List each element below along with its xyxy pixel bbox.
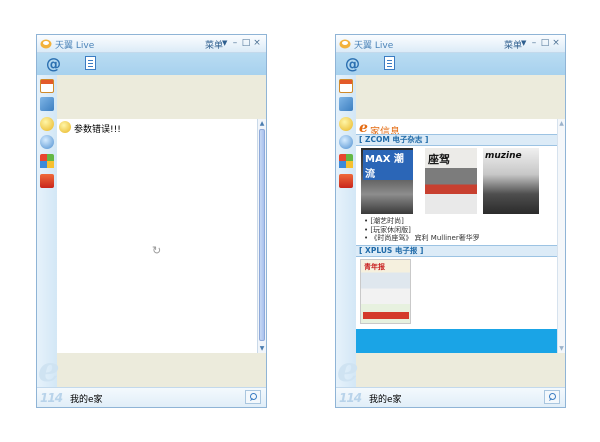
- content-area: e 家信息 [ ZCOM 电子杂志 ] MAX 潮流 座驾 muzine • […: [356, 119, 557, 353]
- loading-spinner-icon: ↻: [152, 244, 162, 257]
- bottom-bar: 114 我的e家: [336, 387, 565, 407]
- sidebar: [336, 75, 356, 387]
- gift-box-icon[interactable]: [339, 174, 353, 188]
- gift-box-icon[interactable]: [40, 174, 54, 188]
- sidebar: [37, 75, 57, 387]
- e-home-logo-icon: e: [359, 120, 368, 136]
- scrollbar[interactable]: ▲ ▼: [557, 119, 565, 353]
- windows-icon[interactable]: [40, 154, 54, 168]
- bottom-prefix: 114: [339, 391, 362, 405]
- minimize-button[interactable]: –: [529, 38, 539, 48]
- toolbar: @: [336, 53, 565, 75]
- magazine-cover[interactable]: 座驾: [425, 148, 477, 214]
- smiley-icon[interactable]: [339, 117, 353, 131]
- minimize-button[interactable]: –: [230, 38, 240, 48]
- menu-button[interactable]: 菜单: [504, 38, 522, 51]
- scroll-up-icon[interactable]: ▲: [258, 119, 266, 128]
- content-area: ↻: [57, 136, 257, 353]
- scroll-thumb[interactable]: [259, 129, 265, 341]
- app-logo-icon: [339, 39, 351, 49]
- bottom-panel: [57, 353, 266, 387]
- newspaper-banner: [363, 312, 409, 319]
- search-icon[interactable]: [245, 390, 261, 404]
- calendar-icon[interactable]: [40, 79, 54, 93]
- smiley-icon[interactable]: [40, 117, 54, 131]
- newspaper-cover[interactable]: 青年报: [360, 259, 411, 324]
- section-header-xplus[interactable]: [ XPLUS 电子报 ]: [356, 245, 557, 257]
- search-icon[interactable]: [544, 390, 560, 404]
- document-icon[interactable]: [384, 56, 395, 70]
- close-button[interactable]: ×: [551, 38, 561, 48]
- top-panel: [57, 75, 266, 119]
- scrollbar[interactable]: ▲ ▼: [257, 119, 266, 353]
- menu-button[interactable]: 菜单: [205, 38, 223, 51]
- magazine-title: MAX 潮流: [363, 150, 413, 180]
- windows-icon[interactable]: [339, 154, 353, 168]
- newspaper-title: 青年报: [364, 263, 385, 271]
- window-title: 天翼 Live: [354, 41, 394, 51]
- promo-bar[interactable]: [356, 329, 557, 353]
- tools-icon[interactable]: [40, 97, 54, 111]
- maximize-button[interactable]: □: [241, 38, 251, 48]
- top-panel: [356, 75, 565, 119]
- title-bar[interactable]: 天翼 Live 菜单 ▼ – □ ×: [37, 35, 266, 53]
- mail-at-icon[interactable]: @: [46, 55, 61, 73]
- magazine-title: 座驾: [428, 153, 450, 166]
- calendar-icon[interactable]: [339, 79, 353, 93]
- e-watermark-icon: e: [337, 350, 359, 390]
- bottom-bar: 114 我的e家: [37, 387, 266, 407]
- client-window-left: 天翼 Live 菜单 ▼ – □ × @ 参数错误!!! ↻ ▲ ▼ e 114…: [36, 34, 267, 408]
- scroll-down-icon[interactable]: ▼: [258, 344, 266, 353]
- error-message: 参数错误!!!: [74, 125, 121, 135]
- mail-at-icon[interactable]: @: [345, 55, 360, 73]
- ie-icon[interactable]: [339, 135, 353, 149]
- close-button[interactable]: ×: [252, 38, 262, 48]
- list-item[interactable]: • 《时尚座驾》 宾利 Mulliner奢华罗: [364, 234, 554, 243]
- bottom-prefix: 114: [40, 391, 63, 405]
- list-item[interactable]: • [玩家休闲版]: [364, 226, 554, 235]
- client-window-right: 天翼 Live 菜单 ▼ – □ × @ e 家信息 [ ZCOM 电子杂志 ]…: [335, 34, 566, 408]
- bottom-label[interactable]: 我的e家: [70, 392, 103, 405]
- maximize-button[interactable]: □: [540, 38, 550, 48]
- bottom-label[interactable]: 我的e家: [369, 392, 402, 405]
- magazine-title: muzine: [485, 151, 522, 161]
- e-watermark-icon: e: [38, 350, 60, 390]
- smiley-icon: [59, 121, 71, 133]
- chevron-down-icon: ▼: [521, 39, 527, 47]
- scroll-down-icon[interactable]: ▼: [558, 344, 565, 353]
- magazine-cover[interactable]: MAX 潮流: [361, 148, 413, 214]
- chevron-down-icon: ▼: [222, 39, 228, 47]
- section-header-zcom[interactable]: [ ZCOM 电子杂志 ]: [356, 134, 557, 146]
- toolbar: @: [37, 53, 266, 75]
- scroll-up-icon[interactable]: ▲: [558, 119, 565, 128]
- tools-icon[interactable]: [339, 97, 353, 111]
- window-title: 天翼 Live: [55, 41, 95, 51]
- link-list: • [潮艺时尚] • [玩家休闲版] • 《时尚座驾》 宾利 Mulliner奢…: [364, 217, 554, 243]
- list-item[interactable]: • [潮艺时尚]: [364, 217, 554, 226]
- document-icon[interactable]: [85, 56, 96, 70]
- app-logo-icon: [40, 39, 52, 49]
- bottom-panel: [356, 353, 565, 387]
- ie-icon[interactable]: [40, 135, 54, 149]
- title-bar[interactable]: 天翼 Live 菜单 ▼ – □ ×: [336, 35, 565, 53]
- error-row: 参数错误!!!: [57, 119, 266, 136]
- magazine-cover[interactable]: muzine: [483, 148, 539, 214]
